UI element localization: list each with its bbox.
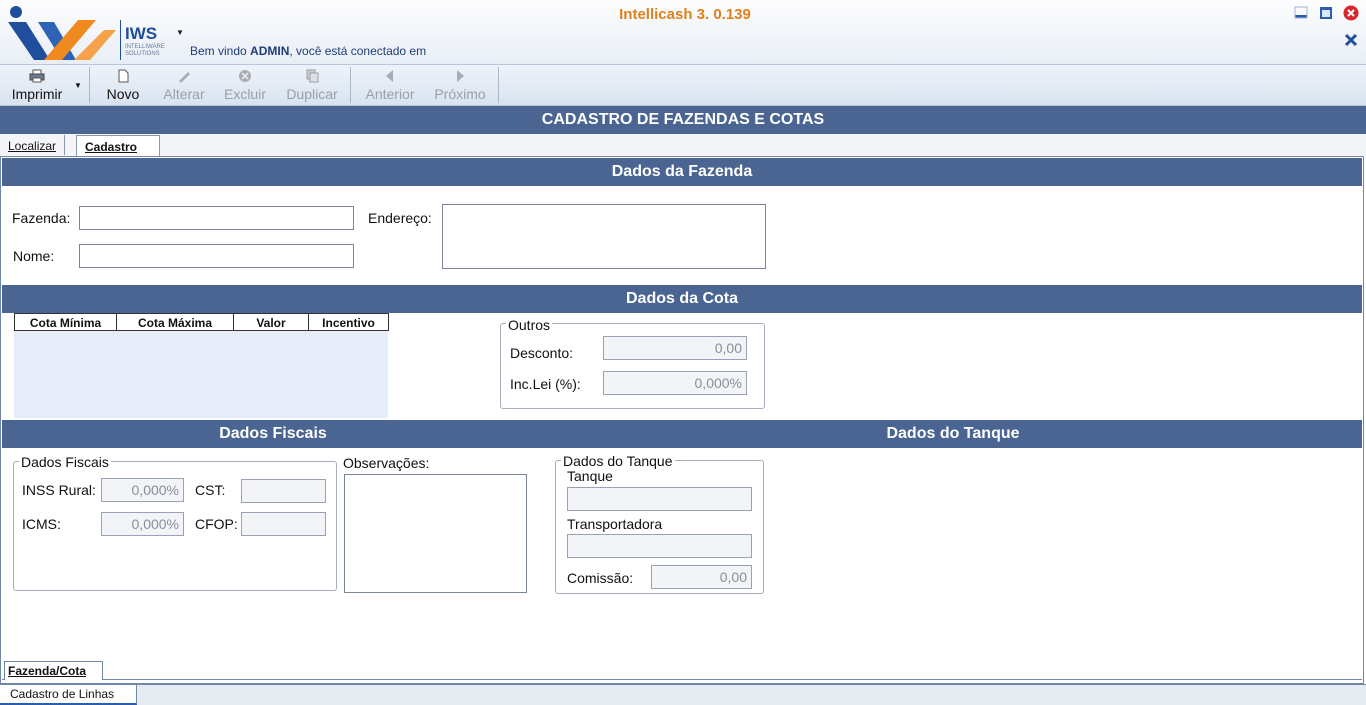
dados-tanque-legend: Dados do Tanque (561, 453, 675, 469)
arrow-right-icon (457, 70, 464, 82)
logo-divider (120, 20, 121, 60)
desconto-field[interactable] (603, 336, 747, 360)
observacoes-textarea[interactable] (344, 474, 527, 593)
toolbar-separator (89, 67, 90, 103)
icms-label: ICMS: (22, 516, 61, 532)
cst-label: CST: (195, 482, 226, 498)
nome-input[interactable] (79, 244, 354, 268)
inclei-field[interactable] (603, 371, 747, 395)
print-button[interactable]: Imprimir (6, 67, 68, 103)
dados-fiscais-legend: Dados Fiscais (19, 454, 111, 470)
nome-label: Nome: (13, 248, 55, 264)
printer-icon (29, 69, 45, 83)
grid-header-valor[interactable]: Valor (233, 313, 309, 331)
maximize-icon[interactable] (1319, 6, 1333, 20)
next-button[interactable]: Próximo (428, 67, 492, 103)
tanque-label: Tanque (567, 468, 613, 484)
section-dados-fiscais: Dados Fiscais (219, 425, 327, 442)
transportadora-field[interactable] (567, 534, 752, 558)
bottom-tab-strip (0, 684, 1366, 705)
comissao-field[interactable] (651, 565, 752, 589)
fazenda-input[interactable] (79, 206, 354, 230)
toolbar-separator (350, 67, 351, 103)
close-window-icon[interactable] (1343, 32, 1359, 48)
delete-button[interactable]: Excluir (218, 67, 272, 103)
grid-header-incentivo[interactable]: Incentivo (308, 313, 389, 331)
fazenda-label: Fazenda: (12, 210, 71, 226)
inner-tab-line (2, 679, 1362, 680)
tab-strip (0, 134, 1366, 156)
inss-label: INSS Rural: (22, 482, 96, 498)
new-button[interactable]: Novo (100, 67, 146, 103)
logo-text: IWS (125, 24, 158, 43)
duplicate-button[interactable]: Duplicar (280, 67, 344, 103)
transportadora-label: Transportadora (567, 516, 663, 532)
endereco-textarea[interactable] (442, 204, 766, 269)
app-header: IWS INTELLIWARE SOLUTIONS ▼ Bem vindo AD… (0, 0, 1366, 64)
arrow-left-icon (386, 70, 393, 82)
tab-cadastro[interactable]: Cadastro (76, 135, 161, 156)
desconto-label: Desconto: (510, 345, 574, 361)
logo-subtext: INTELLIWARE SOLUTIONS (125, 44, 165, 57)
delete-icon (239, 70, 251, 82)
inclei-label: Inc.Lei (%): (510, 376, 581, 392)
cst-field[interactable] (241, 479, 326, 503)
tab-cadastro-linhas[interactable]: Cadastro de Linhas (0, 685, 138, 705)
duplicate-icon (306, 69, 319, 83)
logo-menu-arrow[interactable]: ▼ (176, 28, 184, 37)
cfop-field[interactable] (241, 512, 326, 536)
toolbar-separator (498, 67, 499, 103)
previous-button[interactable]: Anterior (360, 67, 420, 103)
print-dropdown-arrow[interactable]: ▼ (74, 81, 82, 90)
grid-header-cota-maxima[interactable]: Cota Máxima (116, 313, 234, 331)
endereco-label: Endereço: (368, 210, 432, 226)
minimize-icon[interactable] (1294, 6, 1308, 20)
tab-fazenda-cota[interactable]: Fazenda/Cota (4, 661, 104, 680)
page-title: CADASTRO DE FAZENDAS E COTAS (0, 106, 1366, 134)
app-title: Intellicash 3. 0.139 (619, 6, 751, 23)
close-app-icon[interactable] (1343, 5, 1359, 21)
section-dados-cota: Dados da Cota (2, 285, 1362, 313)
icms-field[interactable] (101, 512, 184, 536)
tanque-field[interactable] (567, 487, 752, 511)
edit-button[interactable]: Alterar (156, 67, 212, 103)
tab-localizar[interactable]: Localizar (0, 135, 66, 155)
inss-field[interactable] (101, 478, 184, 502)
cfop-label: CFOP: (195, 516, 238, 532)
observacoes-label: Observações: (343, 455, 430, 471)
pencil-icon (179, 72, 190, 83)
new-document-icon (118, 69, 129, 83)
outros-legend: Outros (506, 317, 553, 333)
toolbar: Imprimir ▼ Novo Alterar Excluir Duplicar… (0, 64, 1366, 106)
section-dados-fazenda: Dados da Fazenda (2, 158, 1362, 186)
comissao-label: Comissão: (567, 570, 634, 586)
iws-logo-mark (8, 6, 116, 60)
grid-header-cota-minima[interactable]: Cota Mínima (14, 313, 117, 331)
section-dados-tanque: Dados do Tanque (886, 425, 1020, 442)
welcome-message: Bem vindo ADMIN, você está conectado em (190, 44, 427, 58)
